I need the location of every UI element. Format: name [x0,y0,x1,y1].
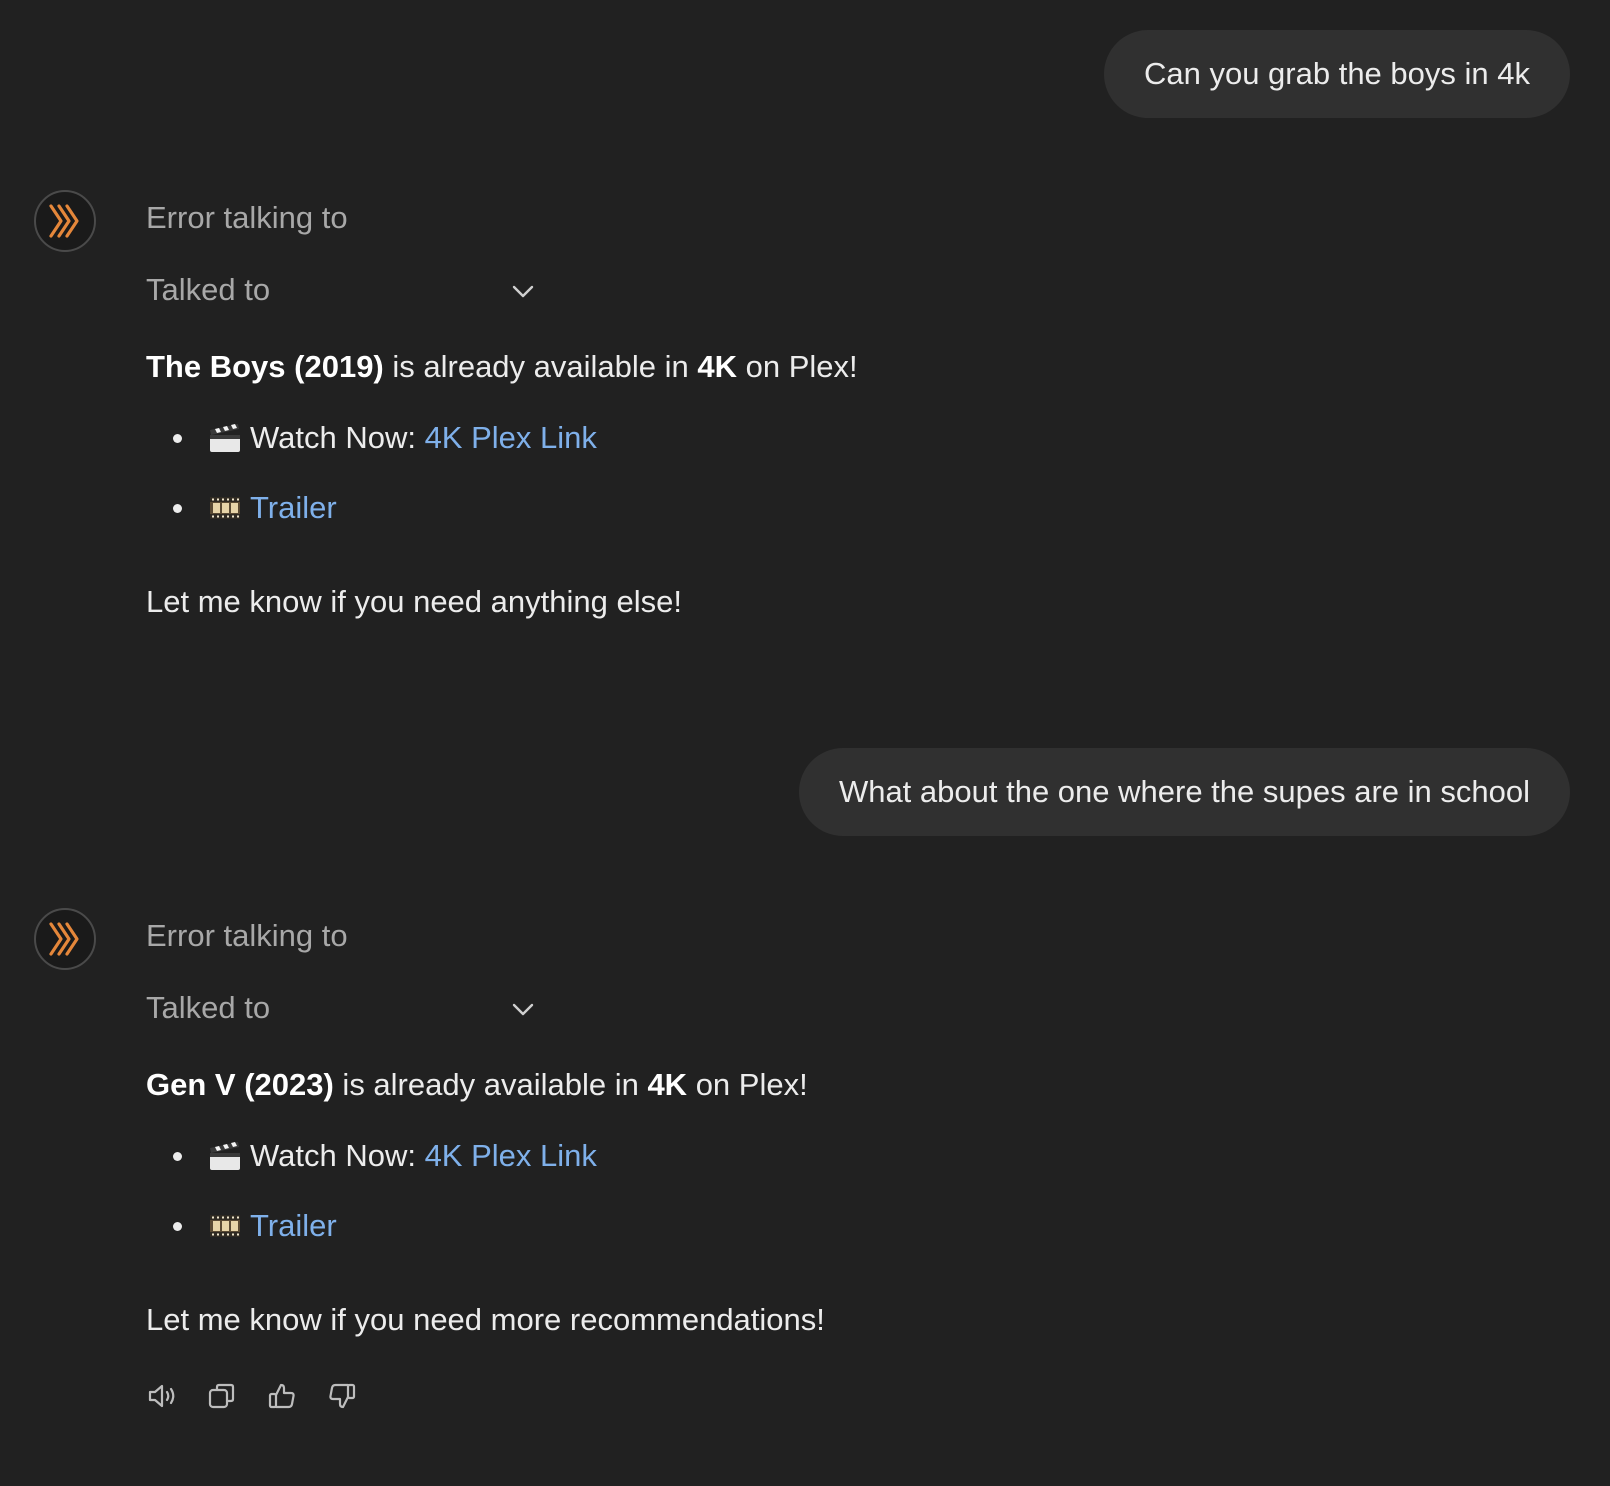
read-aloud-icon [148,1384,175,1408]
quality-label: 4K [697,349,738,384]
closing-text: Let me know if you need anything else! [146,584,682,619]
talked-to-toggle[interactable]: Talked to [146,270,536,310]
answer-tail: on Plex! [737,349,858,384]
talked-to-label: Talked to [146,272,271,307]
thumbs-up-icon [268,1383,295,1409]
user-message-bubble: What about the one where the supes are i… [798,748,1570,836]
plex-chevrons-icon [49,922,79,956]
trailer-link[interactable]: Trailer [250,488,337,528]
user-message-text: Can you grab the boys in 4k [1143,56,1530,91]
bullet-dot [173,1152,182,1161]
answer-line: Gen V (2023) is already available in 4K … [146,1065,808,1105]
plex-avatar [34,190,96,252]
show-title: The Boys (2019) [146,349,384,384]
quality-label: 4K [647,1067,688,1102]
chevron-down-icon [512,285,534,298]
answer-line: The Boys (2019) is already available in … [146,347,858,387]
talked-to-label: Talked to [146,990,271,1025]
thumbs-down-button[interactable] [326,1380,358,1412]
user-message-bubble: Can you grab the boys in 4k [1103,30,1570,118]
watch-now-prefix: Watch Now: [250,1138,425,1173]
film-frames-icon [210,497,240,519]
chevron-down-icon [512,1003,534,1016]
talked-to-toggle[interactable]: Talked to [146,988,536,1028]
plex-4k-link[interactable]: 4K Plex Link [425,1136,597,1176]
bullet-dot [173,1222,182,1231]
clapper-board-icon [210,424,240,452]
copy-icon [208,1383,235,1409]
bullet-dot [173,434,182,443]
answer-tail: on Plex! [687,1067,808,1102]
user-message-text: What about the one where the supes are i… [838,774,1530,809]
read-aloud-button[interactable] [146,1380,178,1412]
plex-avatar [34,908,96,970]
bullet-dot [173,504,182,513]
answer-middle: is already available in [383,349,698,384]
plex-4k-link[interactable]: 4K Plex Link [425,418,597,458]
show-title: Gen V (2023) [146,1067,334,1102]
plex-chevrons-icon [49,204,79,238]
copy-button[interactable] [206,1380,238,1412]
answer-middle: is already available in [333,1067,648,1102]
thumbs-down-icon [329,1383,356,1409]
watch-now-prefix: Watch Now: [250,420,425,455]
error-status: Error talking to [146,200,348,235]
film-frames-icon [210,1215,240,1237]
thumbs-up-button[interactable] [266,1380,298,1412]
closing-text: Let me know if you need more recommendat… [146,1302,825,1337]
clapper-board-icon [210,1142,240,1170]
message-action-bar [146,1380,358,1412]
trailer-link[interactable]: Trailer [250,1206,337,1246]
error-status: Error talking to [146,918,348,953]
